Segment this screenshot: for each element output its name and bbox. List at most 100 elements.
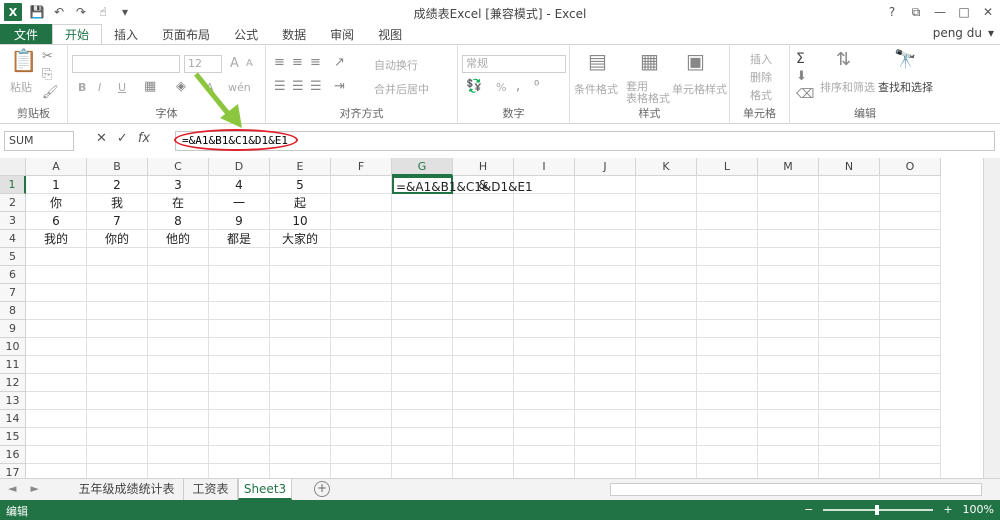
- cell-h6[interactable]: [453, 266, 514, 284]
- cell-g5[interactable]: [392, 248, 453, 266]
- phonetic-button[interactable]: wén: [228, 81, 251, 94]
- cell-j16[interactable]: [575, 446, 636, 464]
- row-header-3[interactable]: 3: [0, 212, 26, 230]
- comma-icon[interactable]: ,: [516, 79, 520, 94]
- column-header-a[interactable]: A: [26, 158, 87, 176]
- cell-d5[interactable]: [209, 248, 270, 266]
- cell-f6[interactable]: [331, 266, 392, 284]
- cell-o1[interactable]: [880, 176, 941, 194]
- cell-e13[interactable]: [270, 392, 331, 410]
- cell-n3[interactable]: [819, 212, 880, 230]
- cell-o12[interactable]: [880, 374, 941, 392]
- cell-k13[interactable]: [636, 392, 697, 410]
- add-sheet-button[interactable]: +: [314, 481, 330, 497]
- cell-h11[interactable]: [453, 356, 514, 374]
- cell-f7[interactable]: [331, 284, 392, 302]
- cell-o5[interactable]: [880, 248, 941, 266]
- cell-d14[interactable]: [209, 410, 270, 428]
- format-painter-icon[interactable]: 🖌: [42, 85, 59, 100]
- cell-d8[interactable]: [209, 302, 270, 320]
- row-header-5[interactable]: 5: [0, 248, 26, 266]
- cell-l3[interactable]: [697, 212, 758, 230]
- column-header-d[interactable]: D: [209, 158, 270, 176]
- cell-d4[interactable]: 都是: [209, 230, 270, 248]
- cell-c3[interactable]: 8: [148, 212, 209, 230]
- indent-icon[interactable]: ⇥: [334, 79, 345, 94]
- cell-e9[interactable]: [270, 320, 331, 338]
- cell-b10[interactable]: [87, 338, 148, 356]
- cell-n11[interactable]: [819, 356, 880, 374]
- cell-l9[interactable]: [697, 320, 758, 338]
- close-button[interactable]: ✕: [976, 0, 1000, 24]
- font-size-input[interactable]: 12: [184, 55, 222, 73]
- cell-a13[interactable]: [26, 392, 87, 410]
- cell-c5[interactable]: [148, 248, 209, 266]
- tab-view[interactable]: 视图: [366, 24, 414, 44]
- cell-i17[interactable]: [514, 464, 575, 478]
- cell-g2[interactable]: [392, 194, 453, 212]
- cell-j8[interactable]: [575, 302, 636, 320]
- border-icon[interactable]: ▦: [144, 79, 156, 94]
- cell-g1[interactable]: =&A1&B1&C1&D1&E1: [392, 176, 533, 194]
- sheet-tab-grades[interactable]: 五年级成绩统计表: [70, 479, 184, 500]
- cell-o7[interactable]: [880, 284, 941, 302]
- cell-c2[interactable]: 在: [148, 194, 209, 212]
- cancel-formula-button[interactable]: ✕: [96, 131, 107, 146]
- cell-e15[interactable]: [270, 428, 331, 446]
- cell-h12[interactable]: [453, 374, 514, 392]
- cell-j9[interactable]: [575, 320, 636, 338]
- cell-d16[interactable]: [209, 446, 270, 464]
- cell-i11[interactable]: [514, 356, 575, 374]
- enter-formula-button[interactable]: ✓: [117, 131, 128, 146]
- cell-i8[interactable]: [514, 302, 575, 320]
- cell-o13[interactable]: [880, 392, 941, 410]
- column-header-e[interactable]: E: [270, 158, 331, 176]
- cell-i14[interactable]: [514, 410, 575, 428]
- table-format-button[interactable]: 套用 表格格式: [626, 81, 670, 105]
- cell-d1[interactable]: 4: [209, 176, 270, 194]
- cell-a8[interactable]: [26, 302, 87, 320]
- row-header-4[interactable]: 4: [0, 230, 26, 248]
- cell-h2[interactable]: [453, 194, 514, 212]
- cell-k9[interactable]: [636, 320, 697, 338]
- cell-e2[interactable]: 起: [270, 194, 331, 212]
- cell-h4[interactable]: [453, 230, 514, 248]
- cell-o3[interactable]: [880, 212, 941, 230]
- font-color-button[interactable]: A: [206, 81, 214, 94]
- cell-e1[interactable]: 5: [270, 176, 331, 194]
- cell-o4[interactable]: [880, 230, 941, 248]
- cell-n2[interactable]: [819, 194, 880, 212]
- conditional-format-icon[interactable]: ▤: [588, 49, 607, 73]
- cell-e12[interactable]: [270, 374, 331, 392]
- wrap-text-button[interactable]: 自动换行: [374, 57, 418, 73]
- row-header-7[interactable]: 7: [0, 284, 26, 302]
- currency-icon[interactable]: 💱: [466, 79, 482, 94]
- sort-filter-button[interactable]: 排序和筛选: [820, 79, 875, 95]
- cell-a3[interactable]: 6: [26, 212, 87, 230]
- cell-f11[interactable]: [331, 356, 392, 374]
- fill-icon[interactable]: ⬇: [796, 69, 807, 84]
- cell-a16[interactable]: [26, 446, 87, 464]
- row-header-15[interactable]: 15: [0, 428, 26, 446]
- horizontal-scrollbar[interactable]: [610, 483, 982, 496]
- cell-a17[interactable]: [26, 464, 87, 478]
- cell-h7[interactable]: [453, 284, 514, 302]
- cell-m4[interactable]: [758, 230, 819, 248]
- cell-l11[interactable]: [697, 356, 758, 374]
- row-header-9[interactable]: 9: [0, 320, 26, 338]
- cell-f13[interactable]: [331, 392, 392, 410]
- cell-f4[interactable]: [331, 230, 392, 248]
- copy-icon[interactable]: ⎘: [42, 67, 52, 82]
- cell-j4[interactable]: [575, 230, 636, 248]
- sheet-tab-salary[interactable]: 工资表: [184, 479, 238, 500]
- cell-l7[interactable]: [697, 284, 758, 302]
- cell-n5[interactable]: [819, 248, 880, 266]
- cell-e6[interactable]: [270, 266, 331, 284]
- format-cells-button[interactable]: 格式: [750, 87, 772, 103]
- maximize-button[interactable]: □: [952, 0, 976, 24]
- cell-c15[interactable]: [148, 428, 209, 446]
- cell-e7[interactable]: [270, 284, 331, 302]
- cell-g11[interactable]: [392, 356, 453, 374]
- cell-o11[interactable]: [880, 356, 941, 374]
- cell-b11[interactable]: [87, 356, 148, 374]
